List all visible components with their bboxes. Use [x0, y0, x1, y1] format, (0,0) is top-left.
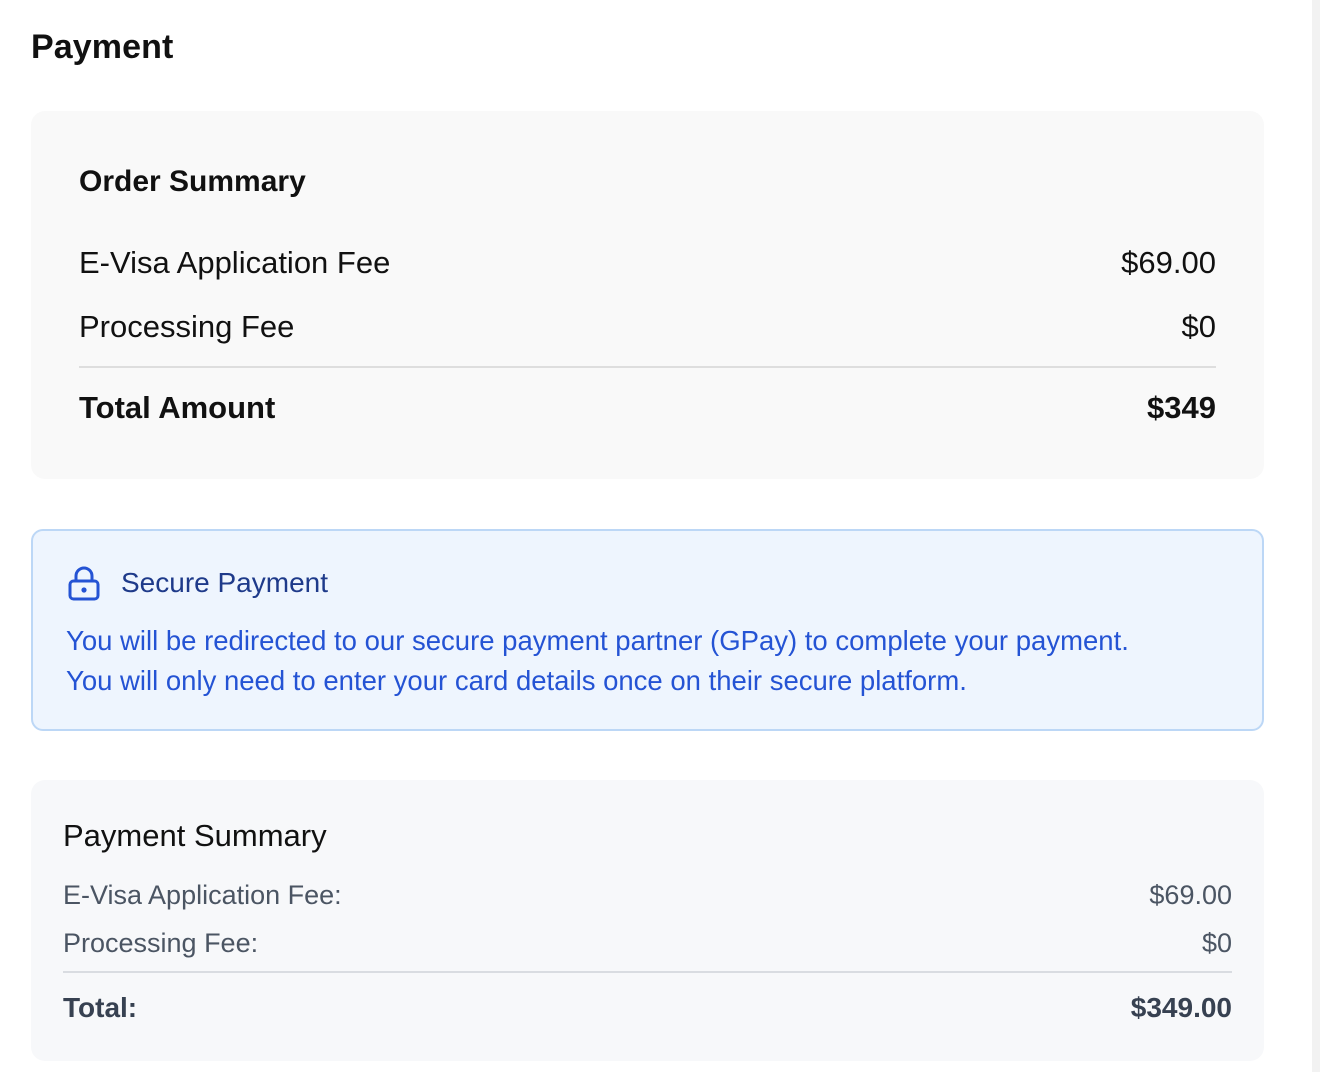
order-total-label: Total Amount: [79, 390, 276, 425]
secure-payment-line-1: You will be redirected to our secure pay…: [66, 625, 1129, 656]
payment-line-amount: $0: [1201, 928, 1232, 958]
scrollbar-track[interactable]: [1312, 0, 1320, 1072]
secure-payment-notice: Secure Payment You will be redirected to…: [31, 529, 1264, 731]
order-total-amount: $349: [1147, 390, 1216, 425]
order-line-item: Processing Fee $0: [79, 309, 1216, 345]
order-summary-card: Order Summary E-Visa Application Fee $69…: [31, 111, 1264, 479]
order-total-row: Total Amount $349: [79, 390, 1216, 426]
order-line-label: Processing Fee: [79, 309, 295, 344]
secure-payment-header: Secure Payment: [67, 565, 328, 601]
secure-payment-message: You will be redirected to our secure pay…: [66, 621, 1236, 701]
order-summary-title: Order Summary: [79, 165, 306, 198]
payment-total-label: Total:: [63, 992, 138, 1023]
order-line-item: E-Visa Application Fee $69.00: [79, 245, 1216, 281]
payment-summary-card: Payment Summary E-Visa Application Fee: …: [31, 780, 1264, 1061]
payment-total-amount: $349.00: [1130, 992, 1232, 1023]
secure-payment-title: Secure Payment: [121, 567, 328, 598]
payment-page: Payment Order Summary E-Visa Application…: [0, 0, 1312, 1072]
payment-line-label: Processing Fee:: [63, 928, 259, 958]
order-line-label: E-Visa Application Fee: [79, 245, 391, 280]
payment-line-amount: $69.00: [1149, 880, 1232, 910]
payment-divider: [63, 971, 1232, 973]
secure-payment-line-2: You will only need to enter your card de…: [66, 665, 967, 696]
payment-line-item: E-Visa Application Fee: $69.00: [63, 880, 1232, 911]
payment-line-item: Processing Fee: $0: [63, 928, 1232, 959]
payment-summary-title: Payment Summary: [63, 818, 327, 853]
order-line-amount: $69.00: [1121, 245, 1216, 280]
lock-icon: [67, 565, 101, 601]
payment-line-label: E-Visa Application Fee:: [63, 880, 342, 910]
order-divider: [79, 366, 1216, 368]
payment-total-row: Total: $349.00: [63, 992, 1232, 1024]
order-line-amount: $0: [1181, 309, 1216, 344]
page-title: Payment: [31, 28, 174, 66]
